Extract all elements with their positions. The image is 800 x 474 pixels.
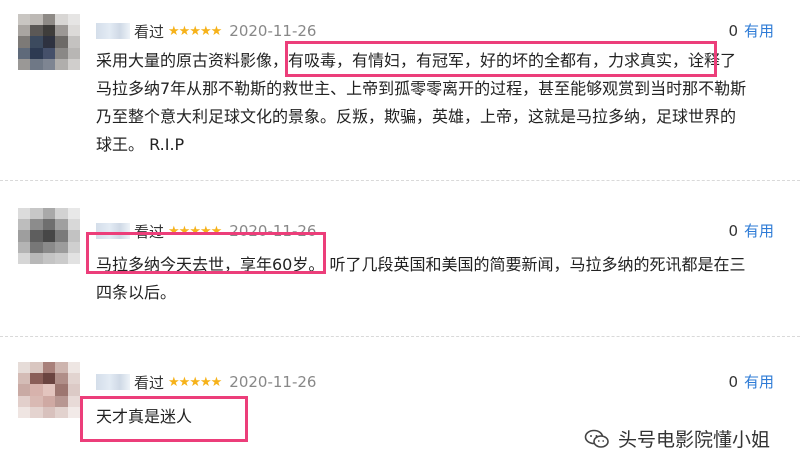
highlight-box [86, 232, 326, 274]
watched-status: 看过 [134, 22, 165, 41]
username-link[interactable] [96, 374, 130, 390]
highlight-box [285, 41, 717, 77]
review-line: 乃至整个意大利足球文化的景象。反叛，欺骗，英雄，上帝，这就是马拉多纳，足球世界的 [96, 107, 737, 126]
username-link[interactable] [96, 23, 130, 39]
useful-vote: 0 有用 [728, 220, 774, 241]
highlight-box [80, 396, 248, 442]
review-date: 2020-11-26 [229, 22, 317, 40]
useful-button[interactable]: 有用 [744, 220, 774, 241]
wechat-icon [584, 429, 609, 448]
useful-count: 0 [728, 372, 738, 391]
avatar[interactable] [18, 208, 80, 264]
review-header: 看过 ★★★★★ 2020-11-26 [96, 371, 316, 393]
rating-stars: ★★★★★ [168, 374, 222, 390]
divider [0, 336, 800, 338]
useful-button[interactable]: 有用 [744, 20, 774, 41]
useful-vote: 0 有用 [728, 371, 774, 392]
watermark-text: 头号电影院懂小姐 [617, 429, 770, 451]
review-list: 看过 ★★★★★ 2020-11-26 0 有用 采用大量的原古资料影像，有吸毒… [0, 0, 800, 474]
avatar[interactable] [18, 14, 80, 70]
watched-status: 看过 [134, 373, 165, 392]
review-line: 四条以后。 [96, 283, 177, 302]
review-line: 球王。 R.I.P [96, 135, 185, 154]
avatar[interactable] [18, 362, 80, 418]
useful-vote: 0 有用 [728, 20, 774, 41]
review-date: 2020-11-26 [229, 373, 317, 391]
useful-button[interactable]: 有用 [744, 371, 774, 392]
review-line: 马拉多纳7年从那不勒斯的救世主、上帝到孤零零离开的过程，甚至能够观赏到当时那不勒… [96, 79, 747, 98]
watermark: 头号电影院懂小姐 [584, 425, 770, 452]
review-header: 看过 ★★★★★ 2020-11-26 [96, 20, 316, 42]
useful-count: 0 [728, 221, 738, 240]
rating-stars: ★★★★★ [168, 23, 222, 39]
useful-count: 0 [728, 21, 738, 40]
divider [0, 180, 800, 182]
